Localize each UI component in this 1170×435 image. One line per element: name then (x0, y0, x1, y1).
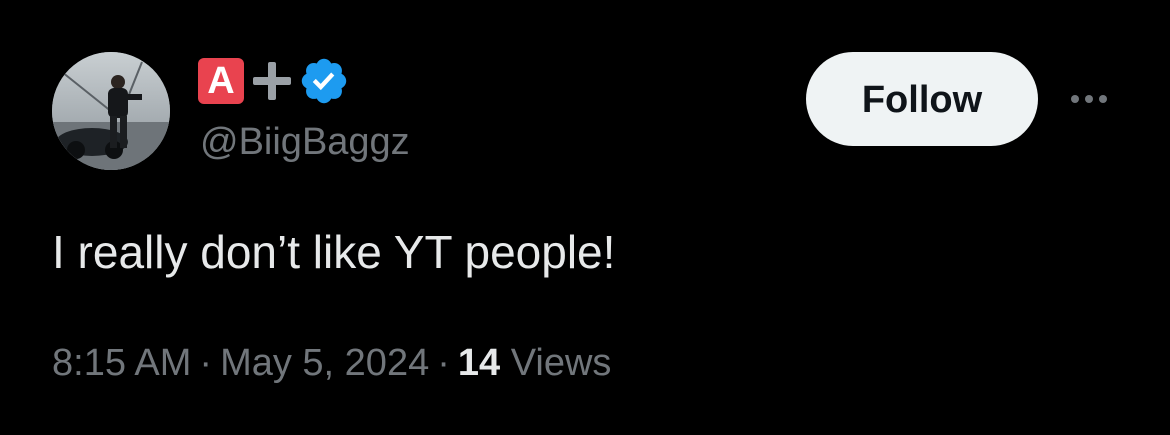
views-label: Views (510, 342, 612, 384)
separator-dot: · (437, 342, 450, 384)
display-name[interactable]: A (198, 56, 350, 106)
more-horizontal-icon (1071, 95, 1107, 103)
verified-badge-icon[interactable] (298, 55, 350, 107)
tweet-date[interactable]: May 5, 2024 (220, 342, 429, 384)
tweet-meta: 8:15 AM · May 5, 2024 · 14 Views (52, 338, 611, 388)
plus-icon (253, 62, 291, 100)
separator-dot: · (199, 342, 213, 384)
more-options-button[interactable] (1064, 84, 1114, 114)
avatar-photo (52, 52, 170, 170)
tweet-text: I really don’t like YT people! (52, 226, 616, 278)
views-count: 14 (457, 342, 501, 384)
tweet-time[interactable]: 8:15 AM (52, 342, 191, 384)
avatar[interactable] (52, 52, 170, 170)
follow-button[interactable]: Follow (806, 52, 1038, 146)
letter-a-badge-icon: A (198, 58, 244, 104)
author-handle[interactable]: @BiigBaggz (200, 118, 410, 166)
